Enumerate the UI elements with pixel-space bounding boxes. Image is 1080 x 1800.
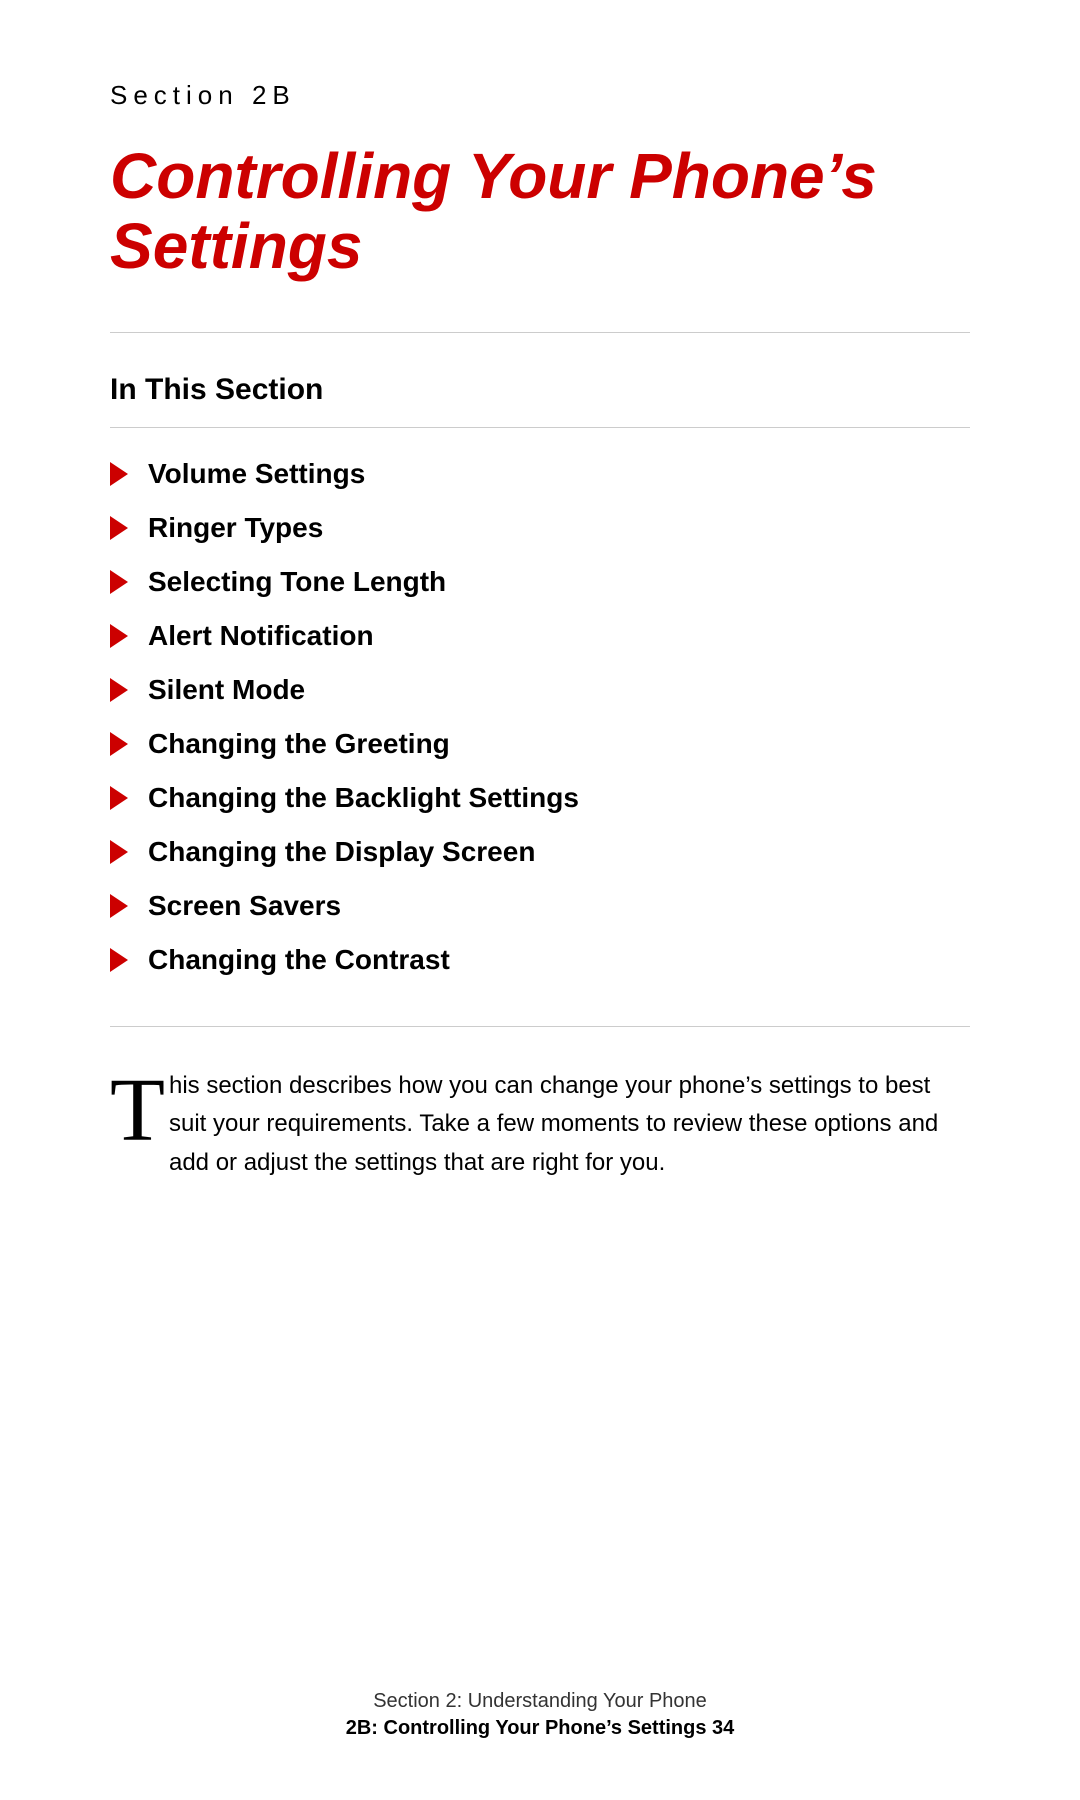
intro-paragraph: T his section describes how you can chan… — [110, 1067, 970, 1182]
toc-list-item: Silent Mode — [110, 674, 970, 706]
toc-list-item: Screen Savers — [110, 890, 970, 922]
arrow-icon — [110, 678, 128, 702]
toc-list-item: Changing the Display Screen — [110, 836, 970, 868]
toc-item-label: Ringer Types — [148, 512, 323, 544]
page-container: Section 2B Controlling Your Phone’s Sett… — [0, 0, 1080, 1800]
toc-list-item: Volume Settings — [110, 458, 970, 490]
toc-item-label: Silent Mode — [148, 674, 305, 706]
section-label: Section 2B — [110, 80, 970, 111]
divider-mid — [110, 427, 970, 428]
toc-item-label: Volume Settings — [148, 458, 365, 490]
footer: Section 2: Understanding Your Phone 2B: … — [0, 1690, 1080, 1740]
footer-line1: Section 2: Understanding Your Phone — [0, 1690, 1080, 1713]
toc-item-label: Changing the Contrast — [148, 944, 450, 976]
toc-item-label: Changing the Display Screen — [148, 836, 535, 868]
toc-item-label: Selecting Tone Length — [148, 566, 446, 598]
toc-list-item: Selecting Tone Length — [110, 566, 970, 598]
arrow-icon — [110, 624, 128, 648]
toc-item-label: Screen Savers — [148, 890, 341, 922]
toc-item-label: Changing the Backlight Settings — [148, 782, 579, 814]
divider-bottom — [110, 1026, 970, 1027]
arrow-icon — [110, 840, 128, 864]
toc-item-label: Changing the Greeting — [148, 728, 450, 760]
arrow-icon — [110, 948, 128, 972]
arrow-icon — [110, 570, 128, 594]
arrow-icon — [110, 516, 128, 540]
toc-list-item: Ringer Types — [110, 512, 970, 544]
in-this-section-heading: In This Section — [110, 373, 970, 407]
arrow-icon — [110, 732, 128, 756]
divider-top — [110, 332, 970, 333]
arrow-icon — [110, 786, 128, 810]
toc-list-item: Alert Notification — [110, 620, 970, 652]
intro-text: his section describes how you can change… — [169, 1067, 970, 1182]
toc-list-item: Changing the Backlight Settings — [110, 782, 970, 814]
footer-line2: 2B: Controlling Your Phone’s Settings 34 — [0, 1717, 1080, 1740]
drop-cap: T — [110, 1073, 165, 1150]
arrow-icon — [110, 894, 128, 918]
toc-list-item: Changing the Greeting — [110, 728, 970, 760]
chapter-title: Controlling Your Phone’s Settings — [110, 141, 970, 282]
toc-list-item: Changing the Contrast — [110, 944, 970, 976]
toc-list: Volume Settings Ringer Types Selecting Ton… — [110, 458, 970, 976]
toc-item-label: Alert Notification — [148, 620, 374, 652]
arrow-icon — [110, 462, 128, 486]
